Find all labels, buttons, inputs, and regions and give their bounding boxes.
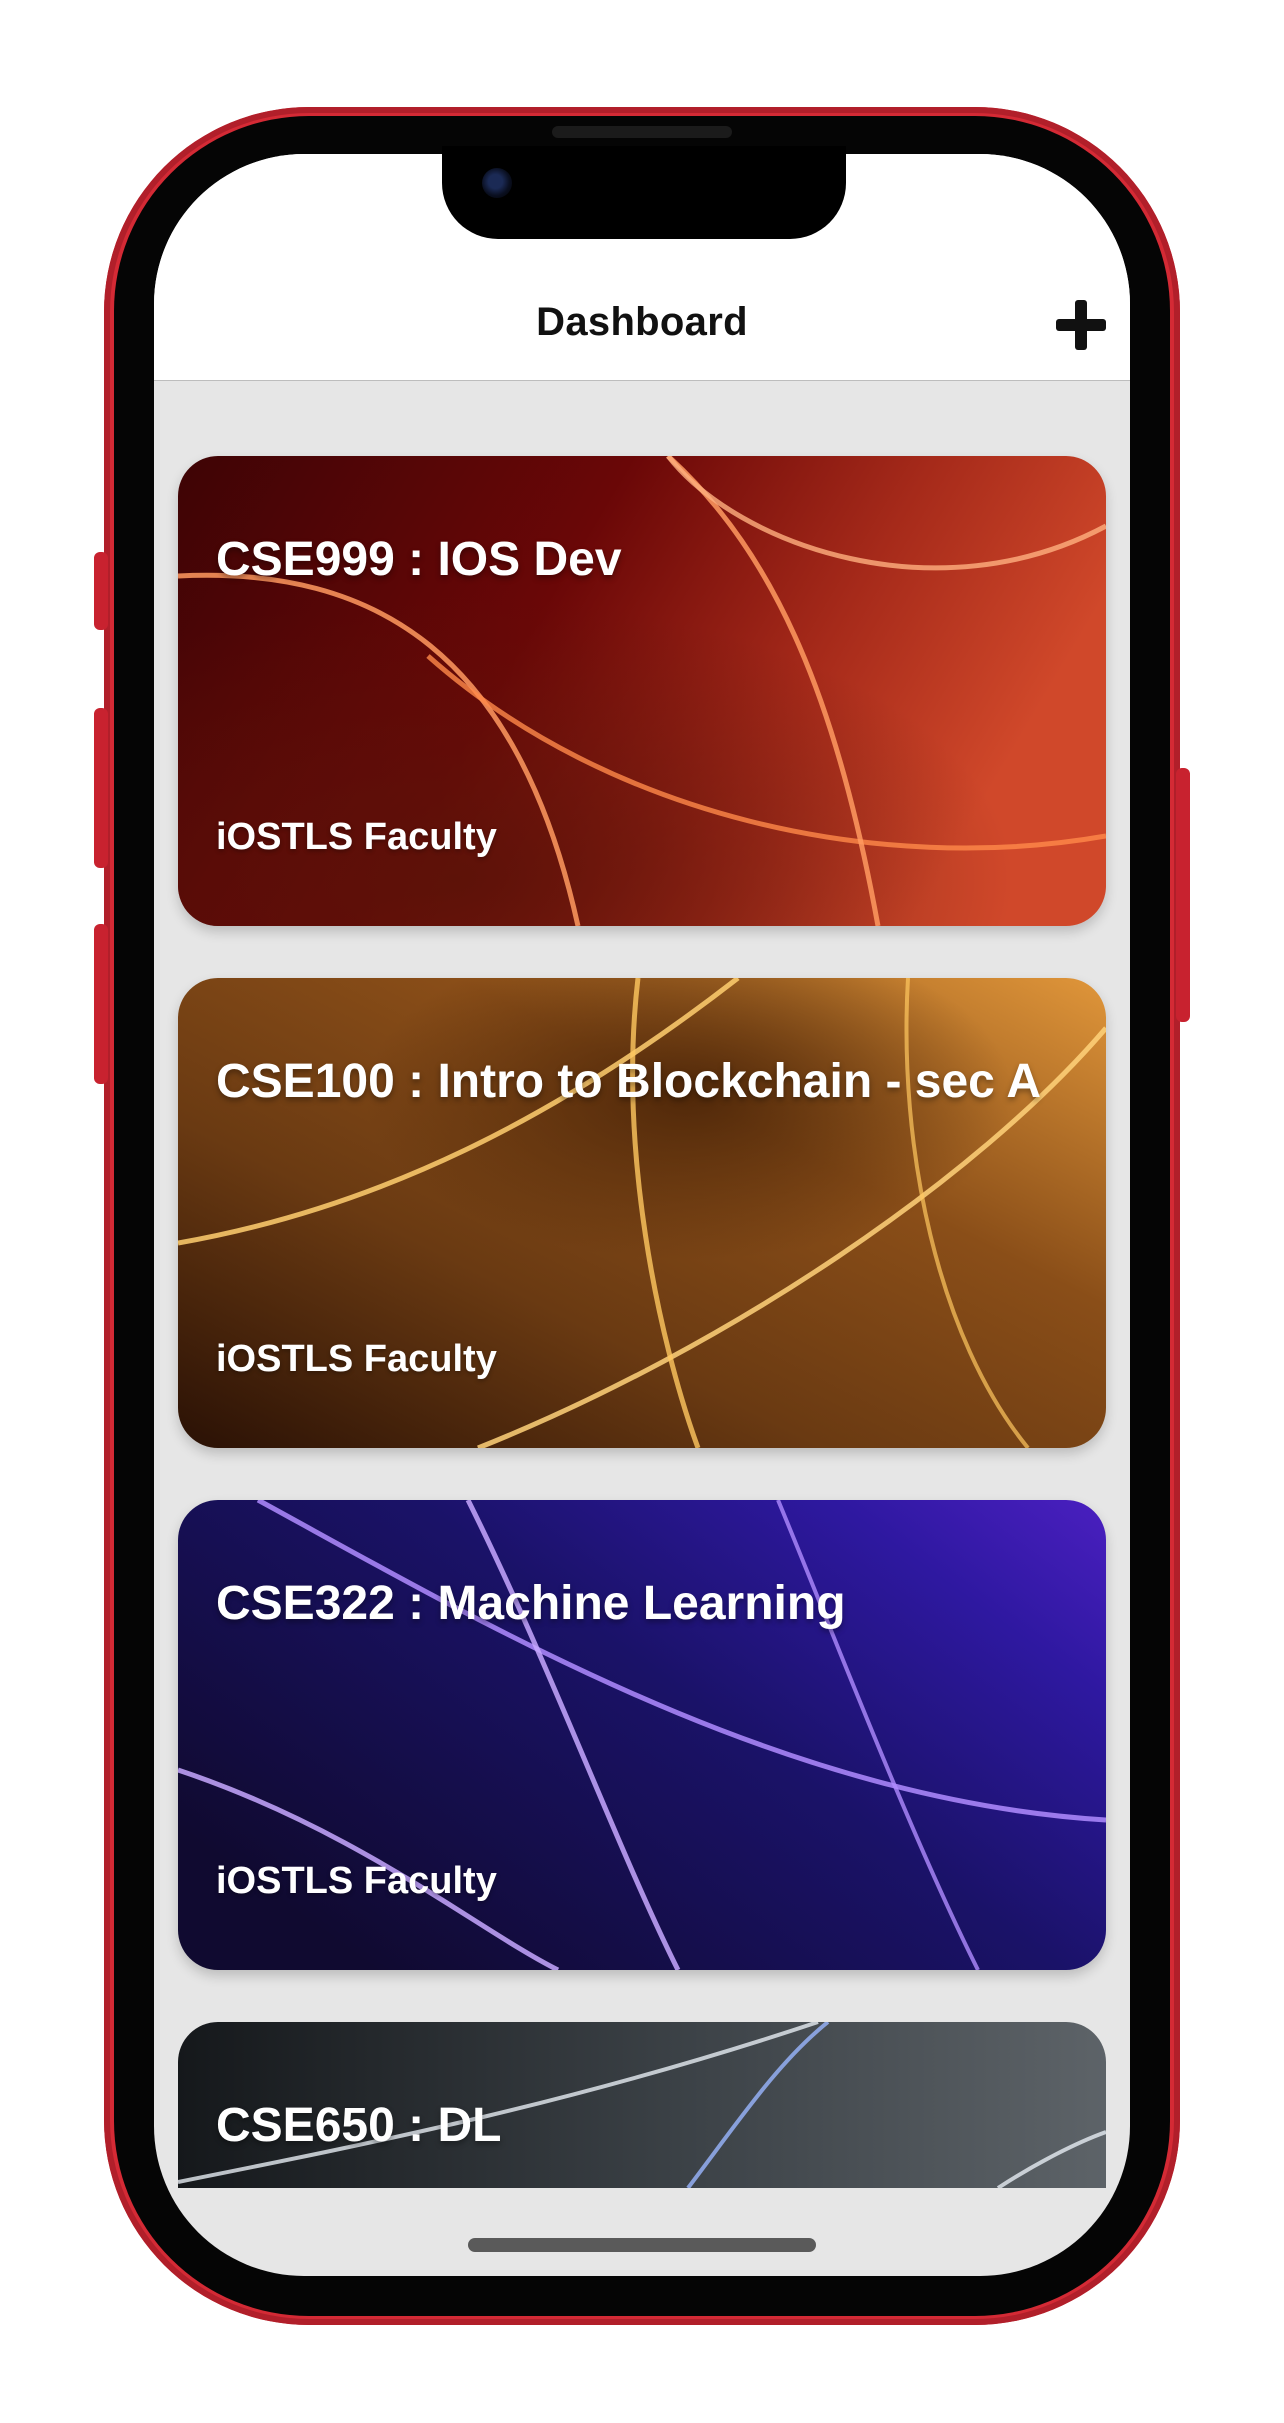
course-card[interactable]: CSE999 : IOS Dev iOSTLS Faculty bbox=[178, 456, 1106, 926]
course-subtitle: iOSTLS Faculty bbox=[216, 1860, 497, 1902]
course-title: CSE999 : IOS Dev bbox=[216, 533, 622, 586]
course-subtitle: iOSTLS Faculty bbox=[216, 816, 497, 858]
course-subtitle: iOSTLS Faculty bbox=[216, 1338, 497, 1380]
add-course-button[interactable] bbox=[1056, 300, 1106, 350]
silent-switch bbox=[94, 552, 108, 630]
course-card[interactable]: CSE100 : Intro to Blockchain - sec A iOS… bbox=[178, 978, 1106, 1448]
page-title: Dashboard bbox=[536, 300, 748, 344]
course-card[interactable]: CSE322 : Machine Learning iOSTLS Faculty bbox=[178, 1500, 1106, 1970]
course-list[interactable]: CSE999 : IOS Dev iOSTLS Faculty CSE100:… bbox=[178, 456, 1106, 2188]
course-title: CSE100 : Intro to Blockchain - sec A bbox=[216, 1055, 1042, 1108]
power-button bbox=[1176, 768, 1190, 1022]
volume-up-button bbox=[94, 708, 108, 868]
front-camera bbox=[482, 168, 512, 198]
speaker-grille bbox=[552, 126, 732, 138]
course-title: CSE650 : DL bbox=[216, 2099, 502, 2152]
course-card[interactable]: CSE650 : DL bbox=[178, 2022, 1106, 2188]
course-title: CSE322 : Machine Learning bbox=[216, 1577, 846, 1630]
app-screen: Dashboard CSE999: IOS Dev iOSTLS Facult… bbox=[154, 154, 1130, 2276]
volume-down-button bbox=[94, 924, 108, 1084]
home-indicator[interactable] bbox=[468, 2238, 816, 2252]
